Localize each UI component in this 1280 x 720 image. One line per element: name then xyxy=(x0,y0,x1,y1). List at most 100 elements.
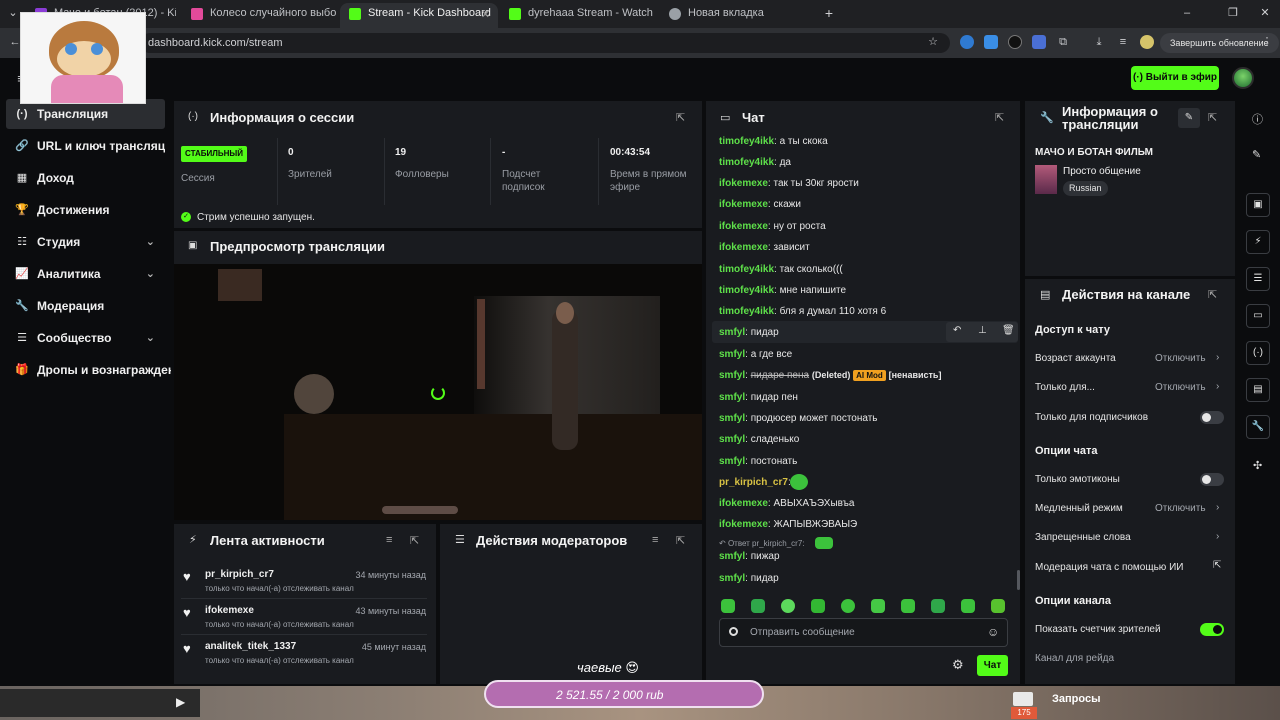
chat-username[interactable]: timofey4ikk xyxy=(719,136,774,147)
add-widget-icon[interactable]: ✣ xyxy=(1253,459,1262,472)
ai-moderation-label[interactable]: Модерация чата с помощью ИИ xyxy=(1035,562,1183,573)
popout-icon[interactable]: ⇱ xyxy=(676,111,685,124)
download-icon[interactable]: ⤓ xyxy=(1092,35,1106,49)
browser-tab-4[interactable]: dyrehaaa Stream - Watch Live o xyxy=(500,3,656,28)
sidebar-item-drops[interactable]: 🎁 Дропы и вознаграждения xyxy=(6,355,171,385)
chat-username[interactable]: ifokemexe xyxy=(719,242,768,253)
chat-username[interactable]: ifokemexe xyxy=(719,498,768,509)
chat-username[interactable]: smfyl xyxy=(719,392,745,403)
external-link-icon[interactable]: ⇱ xyxy=(1213,560,1221,571)
filter-icon[interactable]: ≡ xyxy=(386,534,392,546)
edit-icon[interactable]: ✎ xyxy=(1252,148,1261,161)
send-chat-button[interactable]: Чат xyxy=(977,655,1008,676)
chat-username[interactable]: smfyl xyxy=(719,327,745,338)
chat-username[interactable]: ifokemexe xyxy=(719,221,768,232)
extension-icon[interactable] xyxy=(1032,35,1046,49)
more-menu-icon[interactable]: ⋮ xyxy=(1260,35,1274,49)
sidebar-item-community[interactable]: ☰ Сообщество ⌄ xyxy=(6,323,165,353)
chat-username[interactable]: timofey4ikk xyxy=(719,285,774,296)
chat-username[interactable]: timofey4ikk xyxy=(719,264,774,275)
chat-username[interactable]: timofey4ikk xyxy=(719,306,774,317)
emote-icon[interactable] xyxy=(871,599,885,613)
subs-only-toggle[interactable] xyxy=(1200,411,1224,424)
chat-username[interactable]: pr_kirpich_cr7 xyxy=(719,477,788,488)
popout-icon[interactable]: ⇱ xyxy=(1208,111,1217,124)
sidebar-item-analytics[interactable]: 📈 Аналитика ⌄ xyxy=(6,259,165,289)
emote-icon[interactable] xyxy=(961,599,975,613)
account-age-label[interactable]: Возраст аккаунта xyxy=(1035,353,1116,364)
rail-stream-info-button[interactable]: 🔧 xyxy=(1246,415,1270,439)
rail-session-button[interactable]: (·) xyxy=(1246,341,1270,365)
account-age-value[interactable]: Отключить xyxy=(1155,353,1206,364)
emotes-only-toggle[interactable] xyxy=(1200,473,1224,486)
rail-chat-button[interactable]: ▭ xyxy=(1246,304,1270,328)
browser-tab-5[interactable]: Новая вкладка xyxy=(660,3,815,28)
activity-user[interactable]: ifokemexe xyxy=(205,605,254,616)
info-icon[interactable]: ⓘ xyxy=(1252,111,1263,127)
close-tab-icon[interactable]: ✕ xyxy=(481,5,490,26)
rail-activity-button[interactable]: ⚡ xyxy=(1246,230,1270,254)
sidebar-item-studio[interactable]: ☷ Студия ⌄ xyxy=(6,227,165,257)
activity-user[interactable]: analitek_titek_1337 xyxy=(205,641,296,652)
browser-tab-2[interactable]: Колесо случайного выбора - xyxy=(182,3,337,28)
category-name[interactable]: Просто общение xyxy=(1063,166,1141,177)
activity-user[interactable]: pr_kirpich_cr7 xyxy=(205,569,274,580)
emote-icon[interactable] xyxy=(901,599,915,613)
url-bar[interactable]: dashboard.kick.com/stream xyxy=(140,33,950,53)
delete-icon[interactable]: 🗑 xyxy=(1002,325,1015,336)
chat-username[interactable]: smfyl xyxy=(719,370,745,381)
extensions-puzzle-icon[interactable]: ⧉ xyxy=(1056,35,1070,49)
only-for-label[interactable]: Только для... xyxy=(1035,382,1095,393)
viewer-count-toggle[interactable] xyxy=(1200,623,1224,636)
chat-username[interactable]: smfyl xyxy=(719,573,745,584)
popout-icon[interactable]: ⇱ xyxy=(410,534,419,547)
chat-username[interactable]: smfyl xyxy=(719,551,745,562)
filter-icon[interactable]: ≡ xyxy=(652,534,658,546)
banned-words-label[interactable]: Запрещенные слова xyxy=(1035,532,1131,543)
browser-tab-active[interactable]: Stream - Kick Dashboard ✕ xyxy=(340,3,498,28)
emote-icon[interactable] xyxy=(751,599,765,613)
chat-username[interactable]: ifokemexe xyxy=(719,199,768,210)
emote-icon[interactable] xyxy=(931,599,945,613)
emote-icon[interactable] xyxy=(811,599,825,613)
bookmark-star-icon[interactable]: ☆ xyxy=(926,35,940,49)
user-avatar[interactable] xyxy=(1232,67,1254,89)
chat-username[interactable]: smfyl xyxy=(719,413,745,424)
emoji-icon[interactable]: ☺ xyxy=(987,625,999,639)
raid-channel-label[interactable]: Канал для рейда xyxy=(1035,653,1114,664)
rail-channel-actions-button[interactable]: ▤ xyxy=(1246,378,1270,402)
extension-icon[interactable] xyxy=(960,35,974,49)
chat-scrollbar[interactable] xyxy=(1017,570,1020,590)
slow-mode-label[interactable]: Медленный режим xyxy=(1035,503,1123,514)
only-for-value[interactable]: Отключить xyxy=(1155,382,1206,393)
chat-settings-gear-icon[interactable]: ⚙ xyxy=(952,657,964,673)
reading-list-icon[interactable]: ≡ xyxy=(1116,35,1130,49)
close-window-icon[interactable]: ✕ xyxy=(1258,6,1272,20)
emote-icon[interactable] xyxy=(841,599,855,613)
stream-preview-video[interactable] xyxy=(174,264,702,520)
chat-username[interactable]: smfyl xyxy=(719,434,745,445)
pin-icon[interactable]: ⊥ xyxy=(978,325,987,336)
popout-icon[interactable]: ⇱ xyxy=(1208,288,1217,301)
sidebar-item-moderation[interactable]: 🔧 Модерация xyxy=(6,291,165,321)
rail-preview-button[interactable]: ▣ xyxy=(1246,193,1270,217)
go-live-button[interactable]: (·) Выйти в эфир xyxy=(1131,66,1219,90)
chat-username[interactable]: smfyl xyxy=(719,349,745,360)
new-tab-icon[interactable]: + xyxy=(822,6,836,20)
tab-search-icon[interactable]: ⌄ xyxy=(6,6,20,20)
chat-username[interactable]: ifokemexe xyxy=(719,519,768,530)
minimize-icon[interactable]: – xyxy=(1180,6,1194,20)
emote-icon[interactable] xyxy=(991,599,1005,613)
rail-mod-actions-button[interactable]: ☰ xyxy=(1246,267,1270,291)
extension-icon[interactable] xyxy=(1008,35,1022,49)
chat-username[interactable]: ifokemexe xyxy=(719,178,768,189)
popout-icon[interactable]: ⇱ xyxy=(676,534,685,547)
slow-mode-value[interactable]: Отключить xyxy=(1155,503,1206,514)
popout-icon[interactable]: ⇱ xyxy=(995,111,1004,124)
chat-username[interactable]: timofey4ikk xyxy=(719,157,774,168)
reply-icon[interactable]: ↶ xyxy=(953,325,961,336)
sidebar-item-url-key[interactable]: 🔗 URL и ключ трансляции xyxy=(6,131,165,161)
edit-pencil-icon[interactable]: ✎ xyxy=(1178,108,1200,128)
emote-icon[interactable] xyxy=(781,599,795,613)
sidebar-item-income[interactable]: ▦ Доход xyxy=(6,163,165,193)
